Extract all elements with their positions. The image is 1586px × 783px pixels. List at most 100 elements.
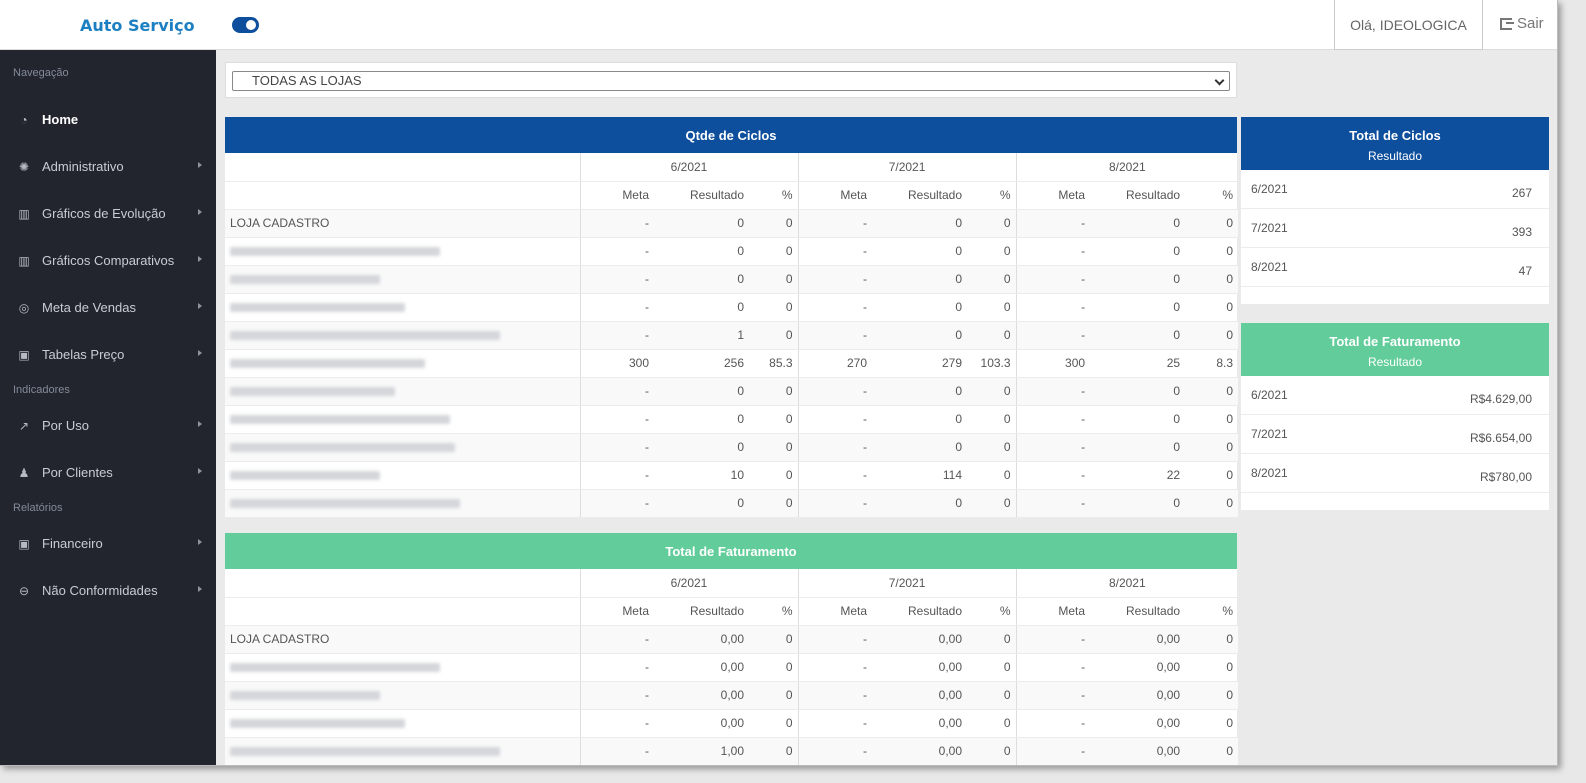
store-name-cell bbox=[225, 237, 580, 266]
total-ciclos-subtitle: Resultado bbox=[1367, 149, 1423, 163]
top-bar: Auto Serviço Olá, IDEOLOGICA Sair bbox=[0, 0, 1557, 50]
value-cell: 0 bbox=[1185, 321, 1239, 350]
value-cell: 0,00 bbox=[872, 681, 968, 710]
value-cell: - bbox=[579, 489, 654, 518]
ciclos-panel: Qtde de Ciclos 6/2021 7/2021 8/2021 Meta Res… bbox=[225, 117, 1239, 518]
total-faturamento-card: Total de Faturamento Resultado 6/2021 R$4… bbox=[1241, 323, 1549, 510]
table-row: -00-00-00 bbox=[225, 377, 1239, 406]
column-header: % bbox=[749, 597, 799, 626]
sidebar-item-label: Não Conformidades bbox=[42, 583, 158, 598]
card-row: 7/2021 393 bbox=[1241, 209, 1549, 248]
value-cell: 0 bbox=[1185, 237, 1239, 266]
value-cell: - bbox=[1015, 737, 1091, 765]
value-cell: 0,00 bbox=[872, 653, 968, 682]
chevron-right-icon bbox=[198, 586, 202, 592]
store-name-cell bbox=[225, 461, 580, 490]
card-row: 8/2021 R$780,00 bbox=[1241, 454, 1549, 493]
faturamento-title: Total de Faturamento bbox=[225, 533, 1237, 569]
dashboard-icon: ◔ bbox=[20, 112, 28, 127]
redacted-store-name bbox=[230, 415, 450, 425]
bar-chart-icon: ▥ bbox=[18, 206, 30, 221]
sidebar-item-administrativo[interactable]: ✺ Administrativo bbox=[0, 143, 216, 190]
value-cell: 0 bbox=[967, 653, 1017, 682]
value-cell: 270 bbox=[797, 349, 873, 378]
total-faturamento-header: Total de Faturamento Resultado bbox=[1241, 323, 1549, 376]
sidebar-item-financeiro[interactable]: ▣ Financeiro bbox=[0, 520, 216, 567]
value-cell: - bbox=[579, 709, 654, 738]
value-cell: 0 bbox=[1185, 433, 1239, 462]
line-chart-icon: ↗ bbox=[18, 418, 30, 433]
table-row: -0,00 0-0,00 0-0,00 0 bbox=[225, 653, 1239, 682]
logout-label: Sair bbox=[1517, 15, 1544, 32]
month-header: 6/2021 bbox=[579, 153, 799, 182]
users-icon: ♟ bbox=[18, 465, 30, 480]
sidebar-item-por-clientes[interactable]: ♟ Por Clientes bbox=[0, 449, 216, 496]
value-cell: - bbox=[1015, 293, 1091, 322]
sidebar-item-tabelas-pre-o[interactable]: ▣ Tabelas Preço bbox=[0, 331, 216, 378]
redacted-store-name bbox=[230, 303, 405, 313]
sidebar-item-home[interactable]: ◔ Home bbox=[0, 96, 216, 143]
redacted-store-name bbox=[230, 747, 500, 757]
redacted-store-name bbox=[230, 247, 440, 257]
user-greeting[interactable]: Olá, IDEOLOGICA bbox=[1334, 0, 1483, 50]
value-cell: - bbox=[1015, 489, 1091, 518]
redacted-store-name bbox=[230, 663, 440, 673]
column-header: Resultado bbox=[1090, 597, 1186, 626]
value-cell: 0 bbox=[967, 209, 1017, 238]
sidebar-toggle[interactable] bbox=[232, 17, 259, 33]
value-cell: 85.3 bbox=[749, 349, 799, 378]
value-cell: 0 bbox=[872, 405, 968, 434]
value-cell: - bbox=[1015, 405, 1091, 434]
value-cell: - bbox=[1015, 681, 1091, 710]
value-cell: - bbox=[1015, 461, 1091, 490]
value-cell: - bbox=[1015, 237, 1091, 266]
value-cell: - bbox=[797, 625, 873, 654]
value-cell: 0 bbox=[1185, 625, 1239, 654]
value-cell: 300 bbox=[1015, 349, 1091, 378]
sidebar-section-label: Indicadores bbox=[13, 384, 70, 396]
column-header-row: Meta Resultado% Meta Resultado% Meta Resultad… bbox=[225, 597, 1239, 626]
month-header: 7/2021 bbox=[797, 569, 1017, 598]
column-header: % bbox=[749, 181, 799, 210]
value-cell: - bbox=[579, 433, 654, 462]
sidebar-item-label: Financeiro bbox=[42, 536, 103, 551]
redacted-store-name bbox=[230, 275, 380, 285]
value-cell: 0 bbox=[872, 377, 968, 406]
app-window: Auto Serviço Olá, IDEOLOGICA Sair Navega… bbox=[0, 0, 1558, 766]
value-cell: - bbox=[797, 265, 873, 294]
value-cell: 0 bbox=[1090, 489, 1186, 518]
corner-cell bbox=[225, 569, 580, 598]
store-select[interactable]: TODAS AS LOJAS bbox=[232, 71, 1230, 91]
store-name-cell bbox=[225, 489, 580, 518]
sidebar-item-gr-ficos-comparativos[interactable]: ▥ Gráficos Comparativos bbox=[0, 237, 216, 284]
value-cell: 0 bbox=[967, 489, 1017, 518]
value-cell: 8.3 bbox=[1185, 349, 1239, 378]
sidebar-item-por-uso[interactable]: ↗ Por Uso bbox=[0, 402, 216, 449]
value-cell: 0 bbox=[749, 321, 799, 350]
value-cell: 0 bbox=[1090, 209, 1186, 238]
brand-title[interactable]: Auto Serviço bbox=[80, 16, 195, 35]
value-cell: - bbox=[579, 461, 654, 490]
value-cell: - bbox=[797, 489, 873, 518]
value-cell: 0 bbox=[654, 405, 749, 434]
store-name-cell bbox=[225, 709, 580, 738]
ciclos-table: 6/2021 7/2021 8/2021 Meta Resultado% Meta Resu… bbox=[225, 153, 1239, 518]
column-header: Resultado bbox=[872, 597, 968, 626]
value-cell: - bbox=[1015, 321, 1091, 350]
card-row-value: R$4.629,00 bbox=[1469, 392, 1532, 406]
sidebar-item-label: Tabelas Preço bbox=[42, 347, 125, 362]
store-name-cell bbox=[225, 681, 580, 710]
value-cell: 0 bbox=[1185, 737, 1239, 765]
value-cell: 0 bbox=[749, 653, 799, 682]
value-cell: 0,00 bbox=[872, 737, 968, 765]
card-row: 7/2021 R$6.654,00 bbox=[1241, 415, 1549, 454]
sidebar-item-meta-de-vendas[interactable]: ◎ Meta de Vendas bbox=[0, 284, 216, 331]
store-name-cell bbox=[225, 737, 580, 765]
sidebar-item-n-o-conformidades[interactable]: ⊖ Não Conformidades bbox=[0, 567, 216, 614]
value-cell: - bbox=[797, 737, 873, 765]
logout-button[interactable]: Sair bbox=[1500, 15, 1544, 32]
table-row: -00-00-00 bbox=[225, 433, 1239, 462]
table-row: -0,00 0-0,00 0-0,00 0 bbox=[225, 709, 1239, 738]
sidebar-item-gr-ficos-de-evolu-o[interactable]: ▥ Gráficos de Evolução bbox=[0, 190, 216, 237]
value-cell: 0 bbox=[749, 265, 799, 294]
